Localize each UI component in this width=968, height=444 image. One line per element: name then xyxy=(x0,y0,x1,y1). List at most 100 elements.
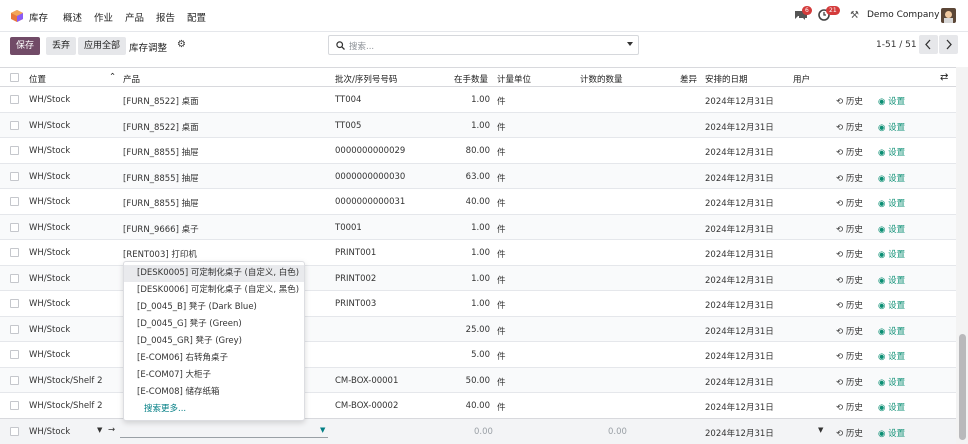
col-date[interactable]: 安排的日期 xyxy=(705,73,748,85)
dropdown-option[interactable]: [E-COM08] 储存纸箱 xyxy=(124,384,304,401)
set-button[interactable]: ◉ 设置 xyxy=(878,427,905,439)
set-button[interactable]: ◉ 设置 xyxy=(878,376,905,388)
row-checkbox[interactable] xyxy=(10,350,19,359)
set-button[interactable]: ◉ 设置 xyxy=(878,95,905,107)
app-name[interactable]: 库存 xyxy=(29,10,48,24)
table-row[interactable]: WH/Stock [FURN_8855] 抽屉 0000000000031 40.00… xyxy=(0,189,956,215)
cell-date[interactable]: 2024年12月31日 xyxy=(705,325,774,337)
menu-reports[interactable]: 报告 xyxy=(156,10,175,24)
set-button[interactable]: ◉ 设置 xyxy=(878,325,905,337)
cell-location[interactable]: WH/Stock xyxy=(29,248,70,258)
history-button[interactable]: ⟲ 历史 xyxy=(836,401,863,413)
chat-button[interactable]: 6 xyxy=(794,6,812,24)
set-button[interactable]: ◉ 设置 xyxy=(878,197,905,209)
tools-icon[interactable]: ⚒ xyxy=(850,10,859,21)
menu-config[interactable]: 配置 xyxy=(187,10,206,24)
col-product[interactable]: 产品 xyxy=(123,73,140,85)
row-checkbox[interactable] xyxy=(10,146,19,155)
set-button[interactable]: ◉ 设置 xyxy=(878,299,905,311)
menu-operations[interactable]: 作业 xyxy=(94,10,113,24)
dropdown-option[interactable]: [E-COM06] 右转角桌子 xyxy=(124,350,304,367)
user-caret-icon[interactable]: ▼ xyxy=(818,426,823,434)
cell-date[interactable]: 2024年12月31日 xyxy=(705,401,774,413)
col-on-hand[interactable]: 在手数量 xyxy=(454,73,488,85)
sort-up-icon[interactable]: ⌃ xyxy=(109,72,116,82)
set-button[interactable]: ◉ 设置 xyxy=(878,401,905,413)
set-button[interactable]: ◉ 设置 xyxy=(878,172,905,184)
company-switcher[interactable]: Demo Company xyxy=(867,10,939,20)
history-button[interactable]: ⟲ 历史 xyxy=(836,248,863,260)
optional-columns-icon[interactable]: ⇄ xyxy=(940,72,948,83)
edit-counted[interactable]: 0.00 xyxy=(608,427,627,437)
history-button[interactable]: ⟲ 历史 xyxy=(836,95,863,107)
cell-lot[interactable]: 0000000000030 xyxy=(335,172,405,182)
col-diff[interactable]: 差异 xyxy=(680,73,697,85)
history-button[interactable]: ⟲ 历史 xyxy=(836,274,863,286)
history-button[interactable]: ⟲ 历史 xyxy=(836,376,863,388)
col-lot[interactable]: 批次/序列号号码 xyxy=(335,73,397,85)
col-location[interactable]: 位置 xyxy=(29,73,46,85)
cell-product[interactable]: [FURN_8522] 桌面 xyxy=(123,121,199,133)
row-checkbox[interactable] xyxy=(10,197,19,206)
activity-button[interactable]: 21 xyxy=(818,6,840,24)
history-button[interactable]: ⟲ 历史 xyxy=(836,172,863,184)
cell-product[interactable]: [FURN_8855] 抽屉 xyxy=(123,197,199,209)
cell-location[interactable]: WH/Stock xyxy=(29,121,70,131)
inventory-app-icon[interactable] xyxy=(11,10,23,22)
cell-date[interactable]: 2024年12月31日 xyxy=(705,121,774,133)
dropdown-option[interactable]: [D_0045_G] 凳子 (Green) xyxy=(124,316,304,333)
apply-all-button[interactable]: 应用全部 xyxy=(78,37,127,55)
col-uom[interactable]: 计量单位 xyxy=(497,73,531,85)
cell-location[interactable]: WH/Stock xyxy=(29,350,70,360)
product-input[interactable] xyxy=(120,437,328,438)
set-button[interactable]: ◉ 设置 xyxy=(878,223,905,235)
row-checkbox[interactable] xyxy=(10,273,19,283)
history-button[interactable]: ⟲ 历史 xyxy=(836,146,863,158)
cell-date[interactable]: 2024年12月31日 xyxy=(705,299,774,311)
cell-lot[interactable]: PRINT002 xyxy=(335,274,376,284)
table-row[interactable]: WH/Stock [FURN_8522] 桌面 TT005 1.00 件 2024年12月… xyxy=(0,112,956,138)
cell-date[interactable]: 2024年12月31日 xyxy=(705,223,774,235)
row-checkbox[interactable] xyxy=(10,171,19,181)
cell-product[interactable]: [RENT003] 打印机 xyxy=(123,248,197,260)
dropdown-option[interactable]: [DESK0005] 可定制化桌子 (自定义, 白色) xyxy=(124,265,304,282)
cell-location[interactable]: WH/Stock/Shelf 2 xyxy=(29,376,103,386)
cell-lot[interactable]: CM-BOX-00001 xyxy=(335,376,398,386)
history-button[interactable]: ⟲ 历史 xyxy=(836,121,863,133)
cell-lot[interactable]: TT004 xyxy=(335,95,361,105)
col-user[interactable]: 用户 xyxy=(793,73,810,85)
history-button[interactable]: ⟲ 历史 xyxy=(836,223,863,235)
cell-lot[interactable]: CM-BOX-00002 xyxy=(335,401,398,411)
save-button[interactable]: 保存 xyxy=(10,37,41,55)
cell-location[interactable]: WH/Stock xyxy=(29,299,70,309)
dropdown-option[interactable]: [D_0045_B] 凳子 (Dark Blue) xyxy=(124,299,304,316)
cell-location[interactable]: WH/Stock xyxy=(29,325,70,335)
cell-lot[interactable]: PRINT003 xyxy=(335,299,376,309)
col-counted[interactable]: 计数的数量 xyxy=(580,73,623,85)
pager-next-button[interactable] xyxy=(939,35,958,54)
history-button[interactable]: ⟲ 历史 xyxy=(836,299,863,311)
caret-down-icon[interactable]: ▼ xyxy=(97,426,102,434)
row-checkbox[interactable] xyxy=(10,222,19,232)
set-button[interactable]: ◉ 设置 xyxy=(878,274,905,286)
cell-lot[interactable]: TT005 xyxy=(335,121,361,131)
cell-date[interactable]: 2024年12月31日 xyxy=(705,350,774,362)
cell-product[interactable]: [FURN_8522] 桌面 xyxy=(123,95,199,107)
cell-lot[interactable]: 0000000000029 xyxy=(335,146,405,156)
cell-lot[interactable]: T0001 xyxy=(335,223,362,233)
select-all-checkbox[interactable] xyxy=(10,73,19,82)
row-checkbox[interactable] xyxy=(10,95,19,104)
arrow-right-icon[interactable]: → xyxy=(108,425,115,435)
cell-date[interactable]: 2024年12月31日 xyxy=(705,248,774,260)
edit-date[interactable]: 2024年12月31日 xyxy=(705,427,774,439)
avatar[interactable] xyxy=(941,8,956,23)
cell-product[interactable]: [FURN_9666] 桌子 xyxy=(123,223,199,235)
set-button[interactable]: ◉ 设置 xyxy=(878,121,905,133)
cell-date[interactable]: 2024年12月31日 xyxy=(705,172,774,184)
cell-lot[interactable]: PRINT001 xyxy=(335,248,376,258)
edit-location-field[interactable]: WH/Stock xyxy=(29,427,70,437)
cell-product[interactable]: [FURN_8855] 抽屉 xyxy=(123,172,199,184)
cell-location[interactable]: WH/Stock xyxy=(29,223,70,233)
cell-location[interactable]: WH/Stock xyxy=(29,274,70,284)
history-button[interactable]: ⟲ 历史 xyxy=(836,427,863,439)
